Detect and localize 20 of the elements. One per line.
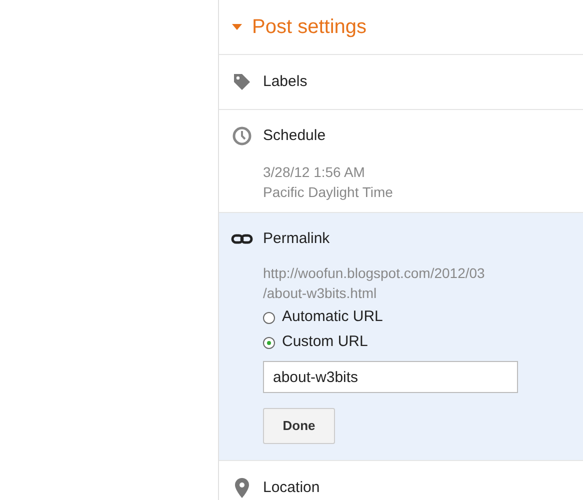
caret-icon [232,24,242,30]
permalink-url: http://woofun.blogspot.com/2012/03 [263,264,486,283]
section-label: Labels [263,72,308,92]
radio-button[interactable] [263,336,275,348]
done-button[interactable]: Done [263,408,335,444]
radio-label: Custom URL [282,332,368,352]
section-label: Schedule [263,126,326,146]
schedule-text: Pacific Daylight Time [263,183,394,202]
url-input-field[interactable]: about-w3bits [263,361,518,393]
radio-button[interactable] [263,312,275,324]
clock-icon [232,126,252,146]
map-pin-icon [235,478,249,498]
section-label: Location [263,478,320,498]
section-label: Permalink [263,228,330,249]
tag-icon [233,73,251,91]
radio-label: Automatic URL [282,307,383,328]
link-icon [231,234,253,244]
permalink-url: /about-w3bits.html [263,284,378,303]
settings-section[interactable]: Permalink http://woofun.blogspot.com/2012/03 /about-w3bits.html Automatic URL Custom URL about-w3bits Done [219,213,583,461]
schedule-text: 3/28/12 1:56 AM [263,163,366,182]
